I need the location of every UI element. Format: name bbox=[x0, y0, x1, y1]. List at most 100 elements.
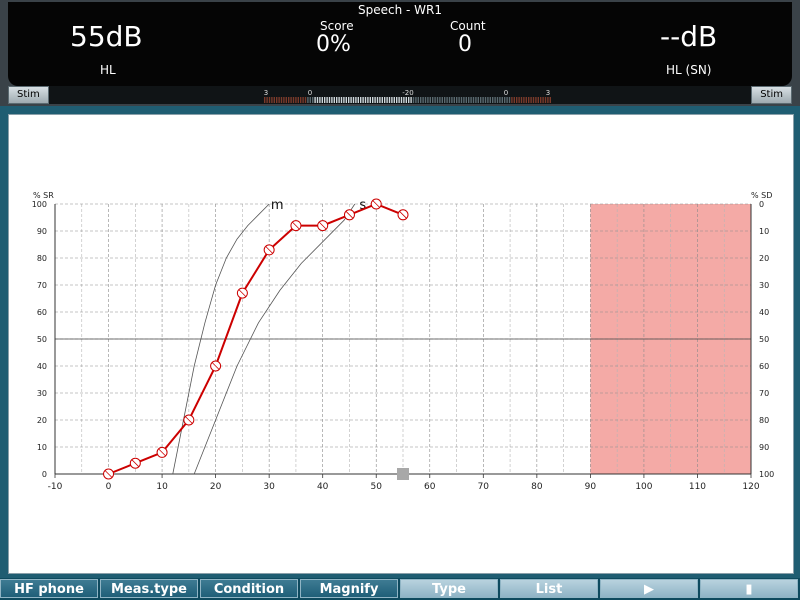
vu-segment bbox=[374, 97, 376, 103]
vu-segment bbox=[432, 97, 434, 103]
vu-segment bbox=[391, 97, 393, 103]
vu-segment bbox=[439, 97, 441, 103]
vu-segment bbox=[386, 97, 388, 103]
x-tick-label: 40 bbox=[317, 482, 329, 492]
vu-segment bbox=[302, 97, 304, 103]
vu-segment bbox=[506, 97, 508, 103]
vu-segment bbox=[398, 97, 400, 103]
x-tick-label: 60 bbox=[424, 482, 436, 492]
vu-segment bbox=[547, 97, 549, 103]
vu-segment bbox=[367, 97, 369, 103]
y-right-tick-label: 30 bbox=[759, 281, 769, 290]
vu-segment bbox=[484, 97, 487, 103]
x-tick-label: 50 bbox=[371, 482, 383, 492]
vu-segment bbox=[528, 97, 530, 103]
vu-segment bbox=[336, 97, 338, 103]
vu-segment bbox=[465, 97, 467, 103]
vu-segment bbox=[549, 97, 551, 103]
function-key-1[interactable]: HF phone bbox=[0, 579, 98, 598]
y-left-axis-label: % SR bbox=[33, 191, 54, 200]
vu-segment bbox=[393, 97, 395, 103]
score-label: Score bbox=[320, 19, 354, 33]
y-right-tick-label: 50 bbox=[759, 335, 769, 344]
stimulus-row: Stim 3 0 -20 0 3 Stim bbox=[8, 86, 792, 104]
x-tick-label: 80 bbox=[531, 482, 543, 492]
vu-segment bbox=[343, 97, 345, 103]
y-left-tick-label: 100 bbox=[32, 200, 47, 209]
x-tick-label: 70 bbox=[478, 482, 490, 492]
vu-segment bbox=[403, 97, 405, 103]
vu-segment bbox=[436, 97, 439, 103]
function-key-3[interactable]: Condition bbox=[200, 579, 298, 598]
vu-segment bbox=[537, 97, 539, 103]
vu-segment bbox=[352, 97, 355, 103]
vu-segment bbox=[379, 97, 381, 103]
x-tick-label: 10 bbox=[156, 482, 168, 492]
vu-segment bbox=[451, 97, 453, 103]
vu-segment bbox=[420, 97, 422, 103]
right-stim-indicator[interactable]: Stim bbox=[751, 86, 792, 104]
vu-segment bbox=[477, 97, 479, 103]
vu-segment bbox=[297, 97, 299, 103]
vu-segment bbox=[312, 97, 314, 103]
y-left-tick-label: 0 bbox=[42, 470, 47, 479]
y-left-tick-label: 80 bbox=[37, 254, 47, 263]
y-left-tick-label: 10 bbox=[37, 443, 47, 452]
vu-label: -20 bbox=[402, 89, 413, 97]
function-key-2[interactable]: Meas.type bbox=[100, 579, 198, 598]
y-right-tick-label: 40 bbox=[759, 308, 769, 317]
count-label: Count bbox=[450, 19, 486, 33]
vu-segment bbox=[513, 97, 515, 103]
vu-segment bbox=[458, 97, 460, 103]
window-title: Speech - WR1 bbox=[358, 3, 442, 17]
vu-segment bbox=[516, 97, 518, 103]
x-tick-label: 120 bbox=[742, 482, 759, 492]
vu-segment bbox=[271, 97, 273, 103]
vu-segment bbox=[441, 97, 443, 103]
function-key-8[interactable]: ▮ bbox=[700, 579, 798, 598]
vu-segment bbox=[487, 97, 489, 103]
vu-segment bbox=[338, 97, 340, 103]
vu-segment bbox=[542, 97, 544, 103]
right-channel-unit: HL (SN) bbox=[666, 63, 712, 77]
vu-segment bbox=[400, 97, 403, 103]
vu-segment bbox=[508, 97, 511, 103]
level-marker bbox=[397, 468, 409, 480]
vu-segment bbox=[410, 97, 412, 103]
left-stim-indicator[interactable]: Stim bbox=[8, 86, 49, 104]
y-right-tick-label: 100 bbox=[759, 470, 774, 479]
vu-segment bbox=[417, 97, 419, 103]
vu-segment bbox=[463, 97, 465, 103]
vu-segment bbox=[501, 97, 503, 103]
vu-segment bbox=[340, 97, 343, 103]
function-key-4[interactable]: Magnify bbox=[300, 579, 398, 598]
vu-segment bbox=[388, 97, 391, 103]
vu-segment bbox=[446, 97, 448, 103]
vu-segment bbox=[396, 97, 398, 103]
vu-segment bbox=[266, 97, 268, 103]
speech-audiogram-chart[interactable]: -10 0 10 20 30 40 50 60 70 80 90 100 110 120010203040… bbox=[9, 115, 793, 573]
x-tick-label: 90 bbox=[585, 482, 597, 492]
x-tick-label: 100 bbox=[635, 482, 652, 492]
vu-segment bbox=[415, 97, 417, 103]
vu-segment bbox=[345, 97, 347, 103]
vu-segment bbox=[429, 97, 431, 103]
y-left-tick-label: 60 bbox=[37, 308, 47, 317]
chart-panel: -10 0 10 20 30 40 50 60 70 80 90 100 110 120 0 10 20 30 40… bbox=[8, 114, 794, 574]
vu-segment bbox=[530, 97, 532, 103]
vu-segment bbox=[460, 97, 463, 103]
vu-segment bbox=[472, 97, 475, 103]
y-right-tick-label: 60 bbox=[759, 362, 769, 371]
vu-segment bbox=[422, 97, 424, 103]
function-key-5[interactable]: Type bbox=[400, 579, 498, 598]
x-tick-label: 30 bbox=[263, 482, 275, 492]
vu-segment bbox=[288, 97, 290, 103]
vu-segment bbox=[520, 97, 523, 103]
vu-segment bbox=[453, 97, 455, 103]
vu-segment bbox=[319, 97, 321, 103]
function-key-6[interactable]: List bbox=[500, 579, 598, 598]
reference-curve-label-m: m bbox=[271, 198, 284, 213]
function-key-7[interactable]: ▶ bbox=[600, 579, 698, 598]
vu-segment bbox=[268, 97, 271, 103]
vu-segment bbox=[350, 97, 352, 103]
